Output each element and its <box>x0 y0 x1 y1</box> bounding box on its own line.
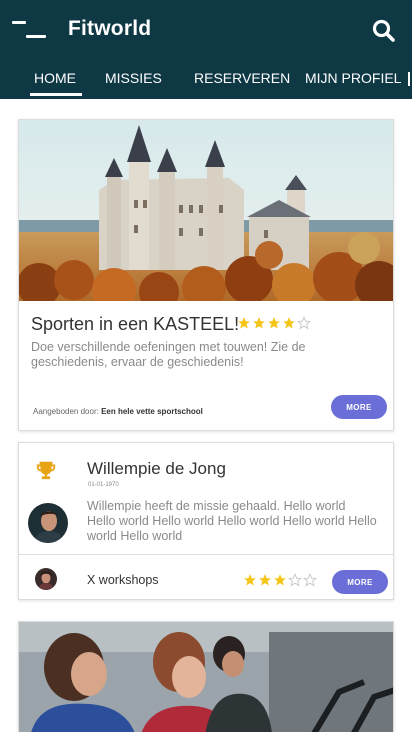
star-icon-filled <box>268 317 280 329</box>
menu-line-bottom <box>26 35 46 38</box>
star-icon-filled <box>238 317 250 329</box>
achievement-date: 01-01-1970 <box>88 482 119 488</box>
mission-title: Sporten in een KASTEEL! <box>31 314 240 334</box>
castle-image <box>19 120 393 301</box>
tab-overflow-indicator <box>408 72 410 86</box>
star-icon-empty <box>297 316 311 330</box>
app-title: Fitworld <box>68 17 152 40</box>
star-icon-filled <box>283 317 295 329</box>
tab-reserveren[interactable]: RESERVEREN <box>194 70 290 86</box>
search-icon[interactable] <box>371 18 397 44</box>
trophy-icon <box>36 461 56 480</box>
tab-missies[interactable]: MISSIES <box>105 70 162 86</box>
achievement-message: Willempie heeft de missie gehaald. Hello… <box>87 499 377 543</box>
gym-photo <box>19 622 393 732</box>
offered-by: Aangeboden door: Een hele vette sportsch… <box>33 407 203 416</box>
star-icon-filled <box>274 574 286 586</box>
achievement-card[interactable]: Willempie de Jong 01-01-1970 Willempie h… <box>18 442 394 600</box>
tab-home[interactable]: HOME <box>30 70 82 96</box>
star-icon-empty <box>288 573 302 587</box>
user-avatar[interactable] <box>28 503 68 543</box>
star-icon-empty <box>303 573 317 587</box>
menu-icon[interactable] <box>12 18 48 42</box>
star-icon-filled <box>253 317 265 329</box>
mission-more-button[interactable]: MORE <box>331 395 387 419</box>
offered-by-gym-link[interactable]: Een hele vette sportschool <box>101 407 203 416</box>
star-icon-filled <box>244 574 256 586</box>
gym-photo-card[interactable] <box>18 621 394 732</box>
star-icon-filled <box>259 574 271 586</box>
activity-avatar <box>35 568 57 590</box>
tab-bar: HOME MISSIES RESERVEREN MIJN PROFIEL <box>0 62 412 99</box>
app-header: Fitworld HOME MISSIES RESERVEREN MIJN PR… <box>0 0 412 99</box>
divider <box>19 554 393 555</box>
activity-label: X workshops <box>87 573 159 587</box>
achievement-more-button[interactable]: MORE <box>332 570 388 594</box>
tab-mijn-profiel[interactable]: MIJN PROFIEL <box>305 70 401 86</box>
mission-card[interactable]: Sporten in een KASTEEL! Doe verschillend… <box>18 119 394 431</box>
achievement-rating <box>243 573 317 587</box>
mission-description: Doe verschillende oefeningen met touwen!… <box>31 340 306 369</box>
offered-by-label: Aangeboden door: <box>33 407 99 416</box>
mission-rating <box>237 316 311 330</box>
menu-line-top <box>12 21 26 24</box>
user-name[interactable]: Willempie de Jong <box>87 459 226 479</box>
